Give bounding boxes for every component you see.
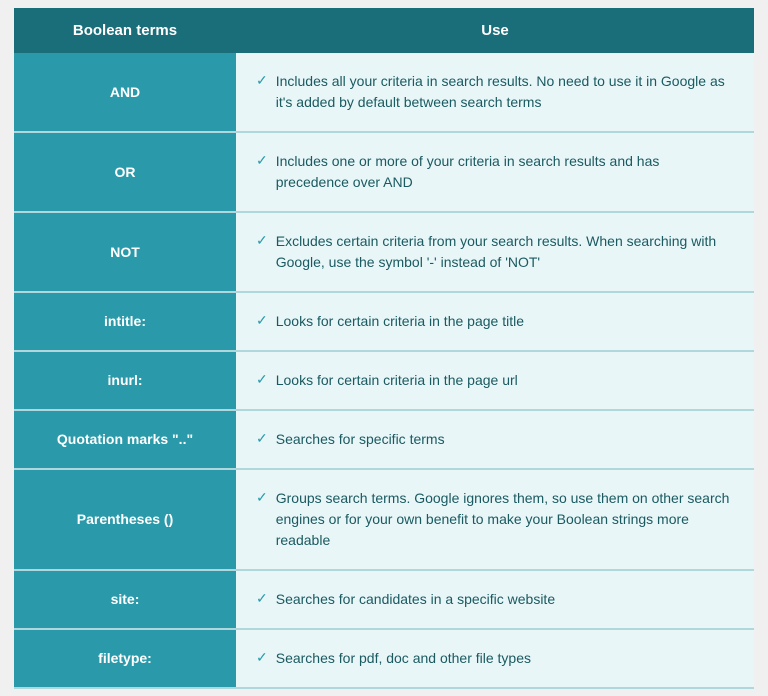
use-cell: ✓ Groups search terms. Google ignores the… (236, 469, 754, 570)
header-boolean-terms: Boolean terms (14, 8, 236, 53)
use-text: Groups search terms. Google ignores them… (276, 488, 734, 551)
table-row: OR ✓ Includes one or more of your criteria… (14, 132, 754, 212)
use-text: Includes all your criteria in search res… (276, 71, 734, 113)
use-cell: ✓ Searches for pdf, doc and other file ty… (236, 629, 754, 688)
use-cell: ✓ Looks for certain criteria in the page … (236, 292, 754, 351)
use-text: Excludes certain criteria from your sear… (276, 231, 734, 273)
term-cell: inurl: (14, 351, 236, 410)
table-row: AND ✓ Includes all your criteria in search… (14, 53, 754, 132)
table-row: intitle: ✓ Looks for certain criteria in t… (14, 292, 754, 351)
check-icon: ✓ (256, 489, 268, 506)
table-header-row: Boolean terms Use (14, 8, 754, 53)
table-row: Quotation marks ".." ✓ Searches for specif… (14, 410, 754, 469)
use-text: Searches for pdf, doc and other file typ… (276, 648, 531, 669)
table-row: site: ✓ Searches for candidates in a speci… (14, 570, 754, 629)
use-text: Looks for certain criteria in the page u… (276, 370, 518, 391)
use-text: Searches for candidates in a specific we… (276, 589, 555, 610)
use-text: Searches for specific terms (276, 429, 445, 450)
term-cell: AND (14, 53, 236, 132)
table-row: filetype: ✓ Searches for pdf, doc and othe… (14, 629, 754, 688)
use-text: Includes one or more of your criteria in… (276, 151, 734, 193)
use-cell: ✓ Includes all your criteria in search re… (236, 53, 754, 132)
term-cell: filetype: (14, 629, 236, 688)
term-cell: site: (14, 570, 236, 629)
term-cell: NOT (14, 212, 236, 292)
table-row: inurl: ✓ Looks for certain criteria in the… (14, 351, 754, 410)
header-use: Use (236, 8, 754, 53)
use-cell: ✓ Searches for specific terms (236, 410, 754, 469)
check-icon: ✓ (256, 312, 268, 329)
check-icon: ✓ (256, 649, 268, 666)
check-icon: ✓ (256, 152, 268, 169)
use-cell: ✓ Searches for candidates in a specific w… (236, 570, 754, 629)
use-text: Looks for certain criteria in the page t… (276, 311, 524, 332)
table-row: NOT ✓ Excludes certain criteria from your … (14, 212, 754, 292)
boolean-terms-table: Boolean terms Use AND ✓ Includes all your … (14, 8, 754, 689)
term-cell: Parentheses () (14, 469, 236, 570)
term-cell: OR (14, 132, 236, 212)
check-icon: ✓ (256, 232, 268, 249)
check-icon: ✓ (256, 430, 268, 447)
check-icon: ✓ (256, 371, 268, 388)
check-icon: ✓ (256, 590, 268, 607)
term-cell: intitle: (14, 292, 236, 351)
check-icon: ✓ (256, 72, 268, 89)
use-cell: ✓ Excludes certain criteria from your sea… (236, 212, 754, 292)
table-row: Parentheses () ✓ Groups search terms. Goog… (14, 469, 754, 570)
term-cell: Quotation marks ".." (14, 410, 236, 469)
use-cell: ✓ Includes one or more of your criteria i… (236, 132, 754, 212)
use-cell: ✓ Looks for certain criteria in the page … (236, 351, 754, 410)
